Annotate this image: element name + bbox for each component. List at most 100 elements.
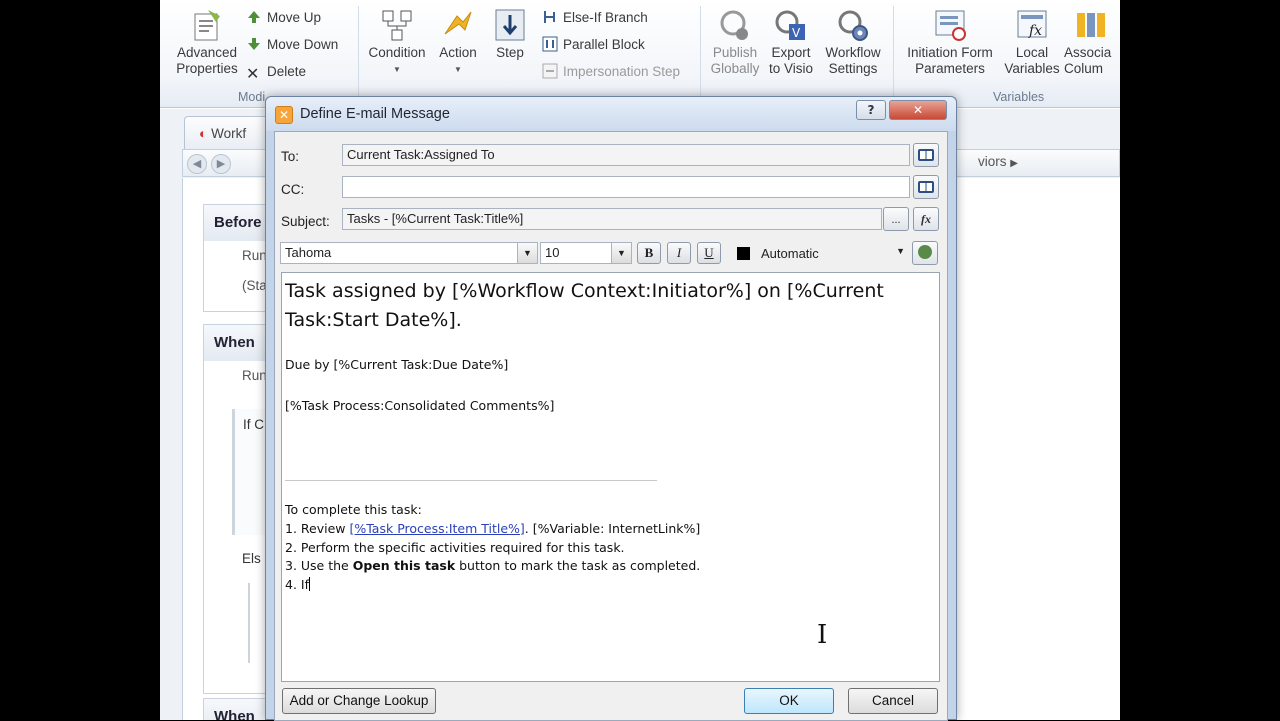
- dropdown-arrow-icon: ▼: [454, 65, 462, 74]
- else-branch-text: Els: [242, 551, 261, 566]
- text-caret: [309, 577, 310, 591]
- parallel-block-label: Parallel Block: [563, 37, 645, 52]
- body-step-4: 4. If: [285, 577, 310, 592]
- step-header: Before: [204, 205, 266, 241]
- step-label: Step: [496, 45, 524, 60]
- tab-workflow-label: Workf: [211, 126, 247, 141]
- delete-label: Delete: [267, 64, 307, 79]
- breadcrumb-label: viors: [978, 154, 1007, 169]
- address-book-icon: [918, 181, 934, 193]
- initiation-form-parameters-button[interactable]: Initiation Form Parameters: [898, 8, 1002, 77]
- branch-line: [248, 583, 250, 663]
- body-step-2: 2. Perform the specific activities requi…: [285, 540, 625, 555]
- export-to-visio-button[interactable]: V Export to Visio: [764, 8, 818, 77]
- forward-arrow-icon[interactable]: ▶: [211, 154, 231, 174]
- help-button[interactable]: ?: [856, 100, 886, 120]
- body-step-1: 1. Review [%Task Process:Item Title%]. […: [285, 521, 700, 536]
- branch-icon: [542, 9, 558, 25]
- ribbon-separator: [700, 6, 701, 102]
- initiation-form-parameters-label: Initiation Form Parameters: [907, 45, 993, 76]
- ribbon-separator: [358, 6, 359, 102]
- advanced-properties-button[interactable]: Advanced Properties: [172, 8, 242, 77]
- impersonation-step-button[interactable]: Impersonation Step: [542, 61, 680, 83]
- else-if-branch-button[interactable]: Else-If Branch: [542, 7, 648, 29]
- workflow-step-before[interactable]: Before Run (Sta: [203, 204, 267, 312]
- dialog-title: Define E-mail Message: [300, 106, 450, 122]
- chevron-down-icon: ▼: [611, 243, 631, 263]
- close-button[interactable]: ✕: [889, 100, 947, 120]
- move-up-button[interactable]: Move Up: [246, 7, 321, 29]
- dropdown-arrow-icon: ▼: [393, 65, 401, 74]
- step3-bold: Open this task: [352, 558, 456, 573]
- to-label: To:: [281, 149, 300, 164]
- workflow-settings-button[interactable]: Workflow Settings: [820, 8, 886, 77]
- condition-button[interactable]: Condition ▼: [362, 8, 432, 78]
- workflow-icon: ◐: [199, 126, 208, 141]
- if-condition-text: If C: [243, 417, 265, 432]
- impersonation-icon: [542, 63, 558, 79]
- body-comments-line: [%Task Process:Consolidated Comments%]: [285, 398, 555, 413]
- ribbon: Advanced Properties Move Up Move Down ✕ D…: [160, 0, 1120, 108]
- export-to-visio-label: Export to Visio: [768, 45, 814, 76]
- association-columns-button[interactable]: Associa Colum: [1064, 8, 1120, 77]
- step4-text: 4. If: [285, 577, 309, 592]
- settings-gear-icon: [836, 8, 870, 42]
- to-field[interactable]: Current Task:Assigned To: [342, 144, 910, 166]
- body-divider: [285, 480, 657, 481]
- local-variables-label: Local Variables: [1004, 45, 1060, 76]
- font-size-value: 10: [545, 245, 560, 260]
- cc-field[interactable]: [342, 176, 910, 198]
- body-complete-intro: To complete this task:: [285, 502, 422, 517]
- to-address-book-button[interactable]: [913, 143, 939, 167]
- workflow-step-when[interactable]: When Run If C Els: [203, 324, 268, 694]
- form-parameters-icon: [933, 8, 967, 42]
- back-arrow-icon[interactable]: ◀: [187, 154, 207, 174]
- step-button[interactable]: Step: [488, 8, 532, 61]
- parallel-icon: [542, 36, 558, 52]
- svg-text:V: V: [792, 26, 801, 40]
- move-down-button[interactable]: Move Down: [246, 34, 338, 56]
- email-body-editor[interactable]: Task assigned by [%Workflow Context:Init…: [281, 272, 940, 682]
- font-name-select[interactable]: Tahoma ▼: [280, 242, 538, 264]
- step-icon: [493, 8, 527, 42]
- association-columns-label: Associa Colum: [1064, 45, 1112, 76]
- tab-workflow[interactable]: ◐ Workf: [184, 116, 274, 149]
- chevron-down-icon: ▼: [517, 243, 537, 263]
- step-header: When: [204, 699, 266, 720]
- dialog-titlebar[interactable]: ✕ Define E-mail Message ? ✕: [266, 97, 956, 131]
- move-up-icon: [246, 9, 262, 25]
- action-label: Action: [439, 45, 477, 60]
- parallel-block-button[interactable]: Parallel Block: [542, 34, 645, 56]
- delete-button[interactable]: ✕ Delete: [246, 61, 306, 83]
- move-up-label: Move Up: [267, 10, 322, 25]
- svg-text:fx: fx: [1028, 23, 1042, 39]
- publish-globally-label: Publish Globally: [710, 45, 760, 76]
- local-variables-button[interactable]: fx Local Variables: [1000, 8, 1064, 77]
- body-step-3: 3. Use the Open this task button to mark…: [285, 558, 700, 573]
- font-size-select[interactable]: 10 ▼: [540, 242, 632, 264]
- visio-export-icon: V: [774, 8, 808, 42]
- app-icon: ✕: [275, 106, 293, 124]
- ok-button[interactable]: OK: [744, 688, 834, 714]
- subject-formula-button[interactable]: fx: [913, 207, 939, 231]
- subject-lookup-ellipsis-button[interactable]: ...: [883, 207, 909, 231]
- move-down-icon: [246, 36, 262, 52]
- condition-block[interactable]: If C: [232, 409, 268, 535]
- subject-field[interactable]: Tasks - [%Current Task:Title%]: [342, 208, 882, 230]
- publish-globally-button[interactable]: Publish Globally: [704, 8, 766, 77]
- item-title-link[interactable]: [%Task Process:Item Title%]: [349, 521, 524, 536]
- advanced-properties-label: Advanced Properties: [176, 45, 238, 76]
- cancel-button[interactable]: Cancel: [848, 688, 938, 714]
- chevron-right-icon: ▶: [1010, 158, 1018, 169]
- modify-group-label: Modi: [238, 90, 266, 104]
- step1-suffix: . [%Variable: InternetLink%]: [524, 521, 701, 536]
- delete-icon: ✕: [246, 66, 260, 83]
- subject-label: Subject:: [281, 214, 330, 229]
- else-if-branch-label: Else-If Branch: [563, 10, 648, 25]
- breadcrumb-tail[interactable]: viors ▶: [978, 154, 1018, 169]
- workflow-step-when-2[interactable]: When: [203, 698, 267, 720]
- cc-address-book-button[interactable]: [913, 175, 939, 199]
- add-change-lookup-button[interactable]: Add or Change Lookup: [282, 688, 436, 714]
- action-button[interactable]: Action ▼: [432, 8, 484, 78]
- association-columns-icon: [1074, 8, 1108, 42]
